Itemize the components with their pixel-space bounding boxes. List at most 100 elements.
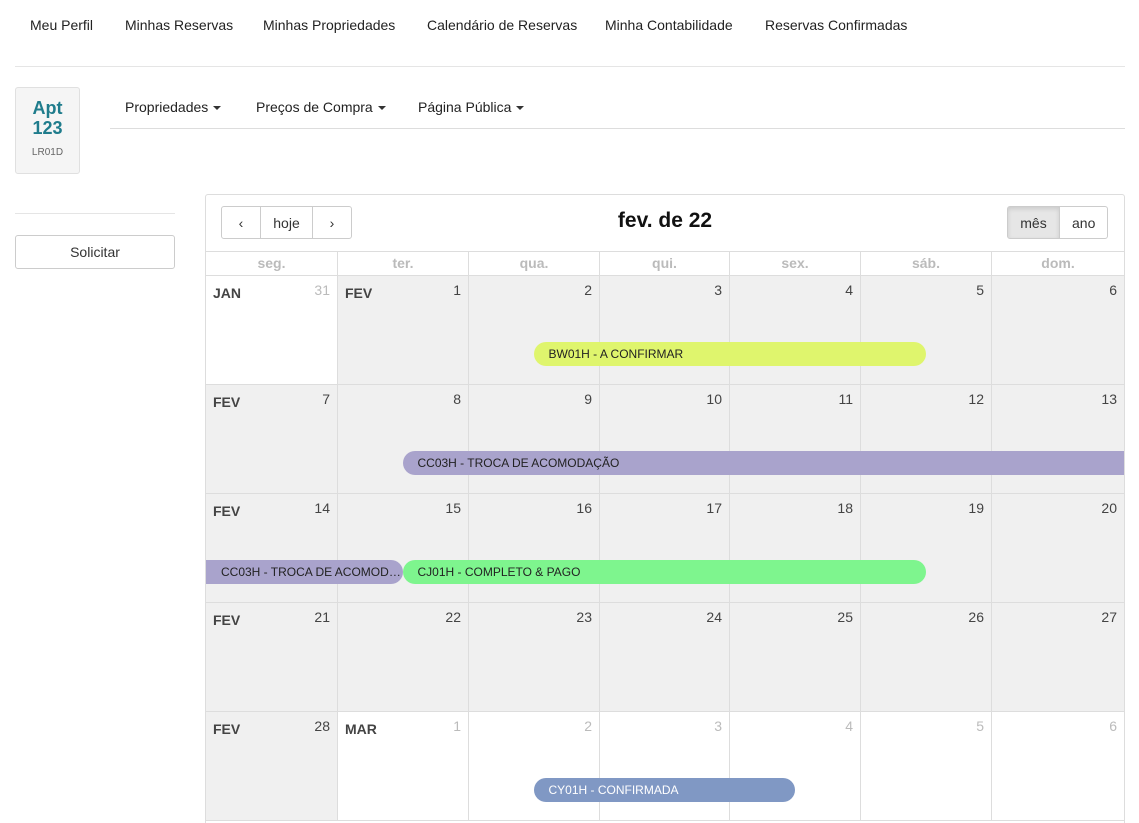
reservation-event[interactable]: CJ01H - COMPLETO & PAGO xyxy=(402,560,926,584)
dropdown-propriedades-label: Propriedades xyxy=(125,99,209,115)
day-number: 5 xyxy=(976,718,984,734)
calendar-day-cell[interactable]: 4 xyxy=(729,712,860,820)
reservation-event[interactable]: CC03H - TROCA DE ACOMODAÇÃO xyxy=(402,451,1124,475)
dropdown-pagina-publica[interactable]: Página Pública xyxy=(418,99,525,115)
day-number: 23 xyxy=(576,609,592,625)
property-subnav: Propriedades Preços de Compra Página Púb… xyxy=(110,87,1125,129)
calendar-day-cell[interactable]: MAR 1 xyxy=(337,712,468,820)
property-title-line1: Apt xyxy=(32,98,63,118)
calendar-day-cell[interactable]: 8 xyxy=(337,385,468,493)
calendar-day-cell[interactable]: 26 xyxy=(860,603,991,711)
property-title: Apt 123 xyxy=(16,98,79,138)
day-number: 1 xyxy=(453,718,461,734)
day-number: 3 xyxy=(714,282,722,298)
calendar-day-cell[interactable]: 25 xyxy=(729,603,860,711)
weekday-label: dom. xyxy=(991,252,1124,275)
calendar-day-cell[interactable]: 19 xyxy=(860,494,991,602)
calendar-day-cell[interactable]: 27 xyxy=(991,603,1124,711)
calendar-day-cell[interactable]: FEV 14 xyxy=(206,494,337,602)
calendar-day-cell[interactable]: 15 xyxy=(337,494,468,602)
month-label: FEV xyxy=(213,503,241,519)
day-number: 16 xyxy=(576,500,592,516)
calendar-day-cell[interactable]: 12 xyxy=(860,385,991,493)
calendar-day-cell[interactable]: FEV 1 xyxy=(337,276,468,384)
day-number: 12 xyxy=(968,391,984,407)
calendar-day-cell[interactable]: 2 xyxy=(468,712,599,820)
calendar-week-row: FEV 14 15 16 17 18 19 20 CC03H - TROCA DE ACOMOD… xyxy=(206,494,1124,603)
calendar-day-cell[interactable]: 24 xyxy=(599,603,729,711)
solicitar-button[interactable]: Solicitar xyxy=(15,235,175,269)
day-number: 1 xyxy=(453,282,461,298)
day-number: 2 xyxy=(584,282,592,298)
month-label: FEV xyxy=(213,612,241,628)
calendar-day-cell[interactable]: 22 xyxy=(337,603,468,711)
weekday-label: ter. xyxy=(337,252,468,275)
day-number: 8 xyxy=(453,391,461,407)
calendar-day-cell[interactable]: 4 xyxy=(729,276,860,384)
reservation-event[interactable]: CY01H - CONFIRMADA xyxy=(533,778,795,802)
month-label: MAR xyxy=(345,721,377,737)
calendar-grid: seg. ter. qua. qui. sex. sáb. dom. JAN 31 FEV 1 2 3… xyxy=(206,251,1124,821)
weekday-label: qui. xyxy=(599,252,729,275)
month-label: JAN xyxy=(213,285,242,301)
weekday-label: seg. xyxy=(257,255,286,271)
view-month-button[interactable]: mês xyxy=(1007,206,1060,239)
day-number: 9 xyxy=(584,391,592,407)
day-number: 15 xyxy=(445,500,461,516)
day-number: 7 xyxy=(322,391,330,407)
calendar-day-cell[interactable]: 17 xyxy=(599,494,729,602)
day-number: 6 xyxy=(1109,718,1117,734)
day-number: 24 xyxy=(706,609,722,625)
calendar-day-cell[interactable]: 10 xyxy=(599,385,729,493)
dropdown-propriedades[interactable]: Propriedades xyxy=(125,99,222,115)
day-number: 14 xyxy=(314,500,330,516)
nav-calendario-reservas[interactable]: Calendário de Reservas xyxy=(427,17,577,33)
day-number: 22 xyxy=(445,609,461,625)
day-number: 11 xyxy=(838,391,853,407)
calendar-day-cell[interactable]: 18 xyxy=(729,494,860,602)
property-title-line2: 123 xyxy=(32,118,63,138)
reservation-event[interactable]: CC03H - TROCA DE ACOMODAÇÃO xyxy=(206,560,403,584)
reservation-event[interactable]: BW01H - A CONFIRMAR xyxy=(533,342,926,366)
calendar-day-cell[interactable]: 9 xyxy=(468,385,599,493)
calendar-day-cell[interactable]: 11 xyxy=(729,385,860,493)
nav-reservas-confirmadas[interactable]: Reservas Confirmadas xyxy=(765,17,907,33)
calendar-day-cell[interactable]: FEV 21 xyxy=(206,603,337,711)
day-number: 28 xyxy=(314,718,330,734)
calendar-week-row: FEV 7 8 9 10 11 12 13 CC03H - TROCA DE ACOMODAÇÃ… xyxy=(206,385,1124,494)
nav-meu-perfil[interactable]: Meu Perfil xyxy=(30,17,93,33)
calendar-day-cell[interactable]: 3 xyxy=(599,276,729,384)
calendar-day-cell[interactable]: 5 xyxy=(860,276,991,384)
calendar-day-cell[interactable]: FEV 7 xyxy=(206,385,337,493)
calendar-day-cell[interactable]: FEV 28 xyxy=(206,712,337,820)
day-number: 13 xyxy=(1101,391,1117,407)
day-number: 19 xyxy=(968,500,984,516)
weekday-label: sex. xyxy=(729,252,860,275)
day-number: 3 xyxy=(714,718,722,734)
calendar-day-cell[interactable]: 20 xyxy=(991,494,1124,602)
nav-minhas-reservas[interactable]: Minhas Reservas xyxy=(125,17,233,33)
nav-minha-contabilidade[interactable]: Minha Contabilidade xyxy=(605,17,733,33)
dropdown-precos-compra[interactable]: Preços de Compra xyxy=(256,99,386,115)
calendar-day-cell[interactable]: 23 xyxy=(468,603,599,711)
day-number: 2 xyxy=(584,718,592,734)
weekday-label: sáb. xyxy=(860,252,991,275)
nav-minhas-propriedades[interactable]: Minhas Propriedades xyxy=(263,17,395,33)
calendar-day-cell[interactable]: JAN 31 xyxy=(206,276,337,384)
day-number: 26 xyxy=(968,609,984,625)
calendar-day-cell[interactable]: 13 xyxy=(991,385,1124,493)
day-number: 4 xyxy=(845,282,853,298)
property-card[interactable]: Apt 123 LR01D xyxy=(15,87,80,174)
calendar-week-row: JAN 31 FEV 1 2 3 4 5 6 BW01H - A CONFIRMAR xyxy=(206,276,1124,385)
day-number: 17 xyxy=(706,500,722,516)
calendar-day-cell[interactable]: 16 xyxy=(468,494,599,602)
month-label: FEV xyxy=(345,285,373,301)
calendar-day-cell[interactable]: 2 xyxy=(468,276,599,384)
calendar-day-cell[interactable]: 6 xyxy=(991,712,1124,820)
calendar-day-cell[interactable]: 5 xyxy=(860,712,991,820)
day-number: 18 xyxy=(837,500,853,516)
calendar-day-cell[interactable]: 3 xyxy=(599,712,729,820)
view-year-button[interactable]: ano xyxy=(1059,206,1108,239)
calendar-day-cell[interactable]: 6 xyxy=(991,276,1124,384)
sidebar-divider xyxy=(15,213,175,214)
